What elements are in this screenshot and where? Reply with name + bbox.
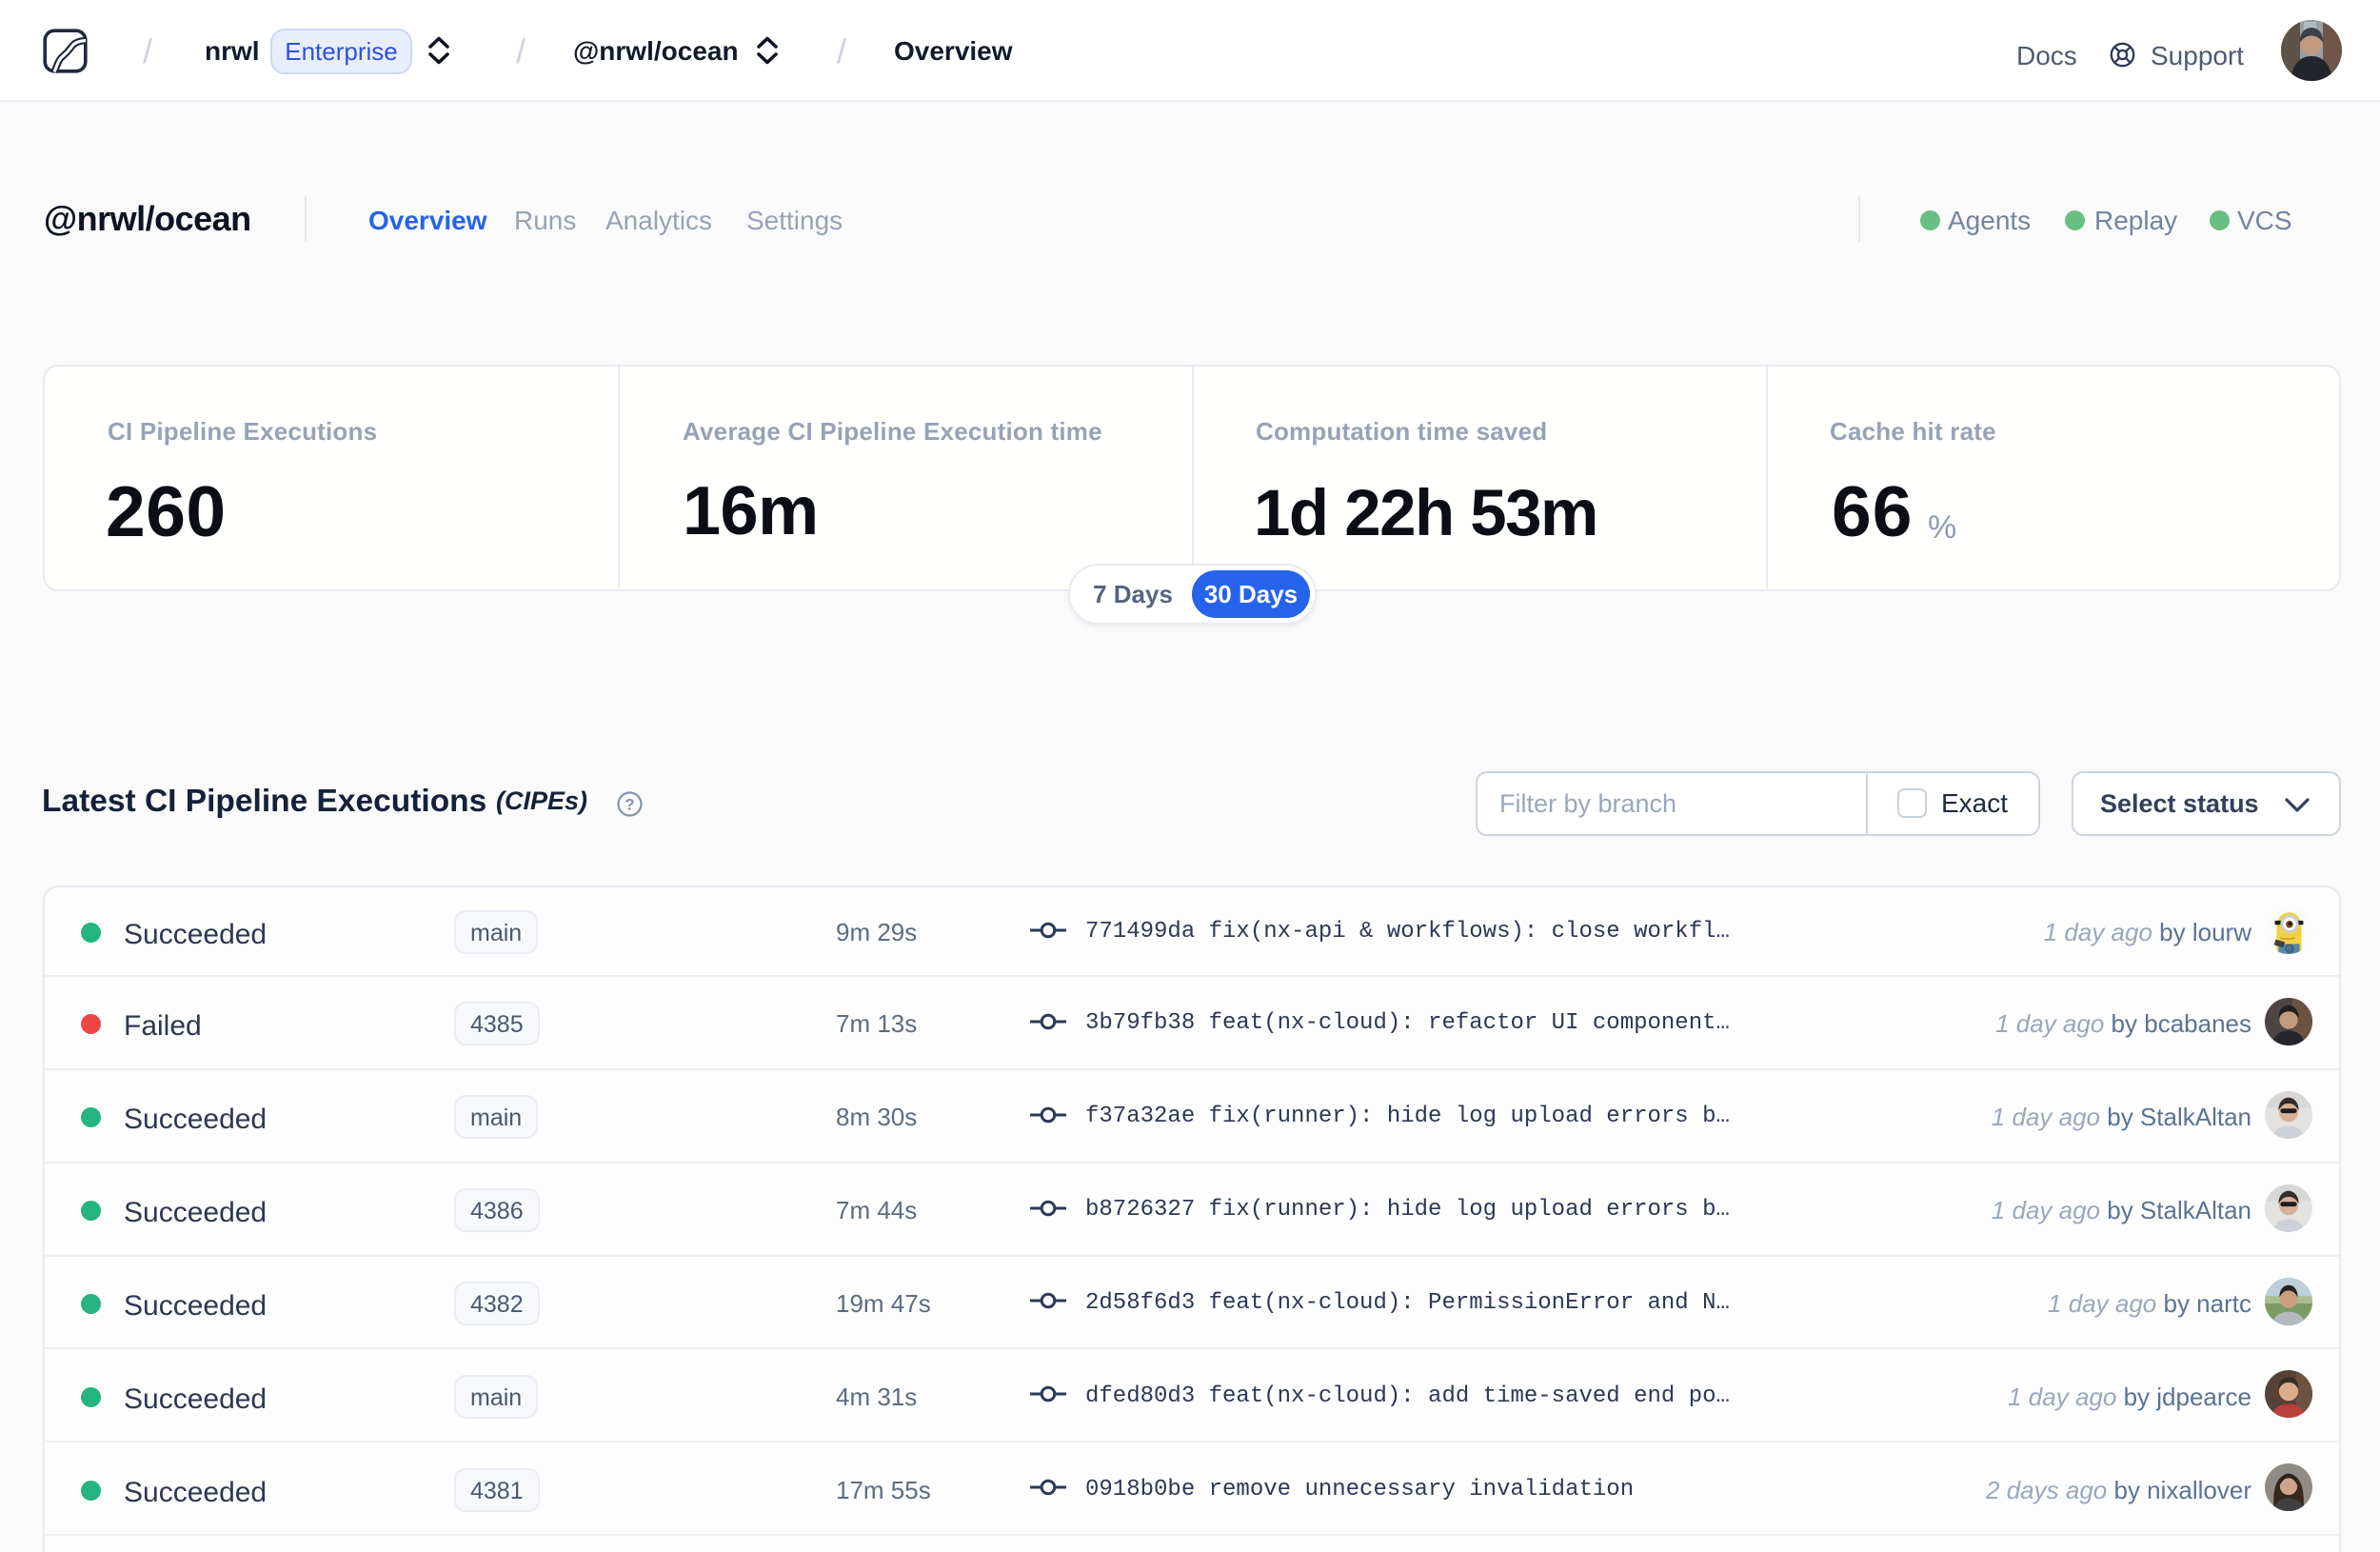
svg-text:?: ?: [625, 796, 634, 814]
